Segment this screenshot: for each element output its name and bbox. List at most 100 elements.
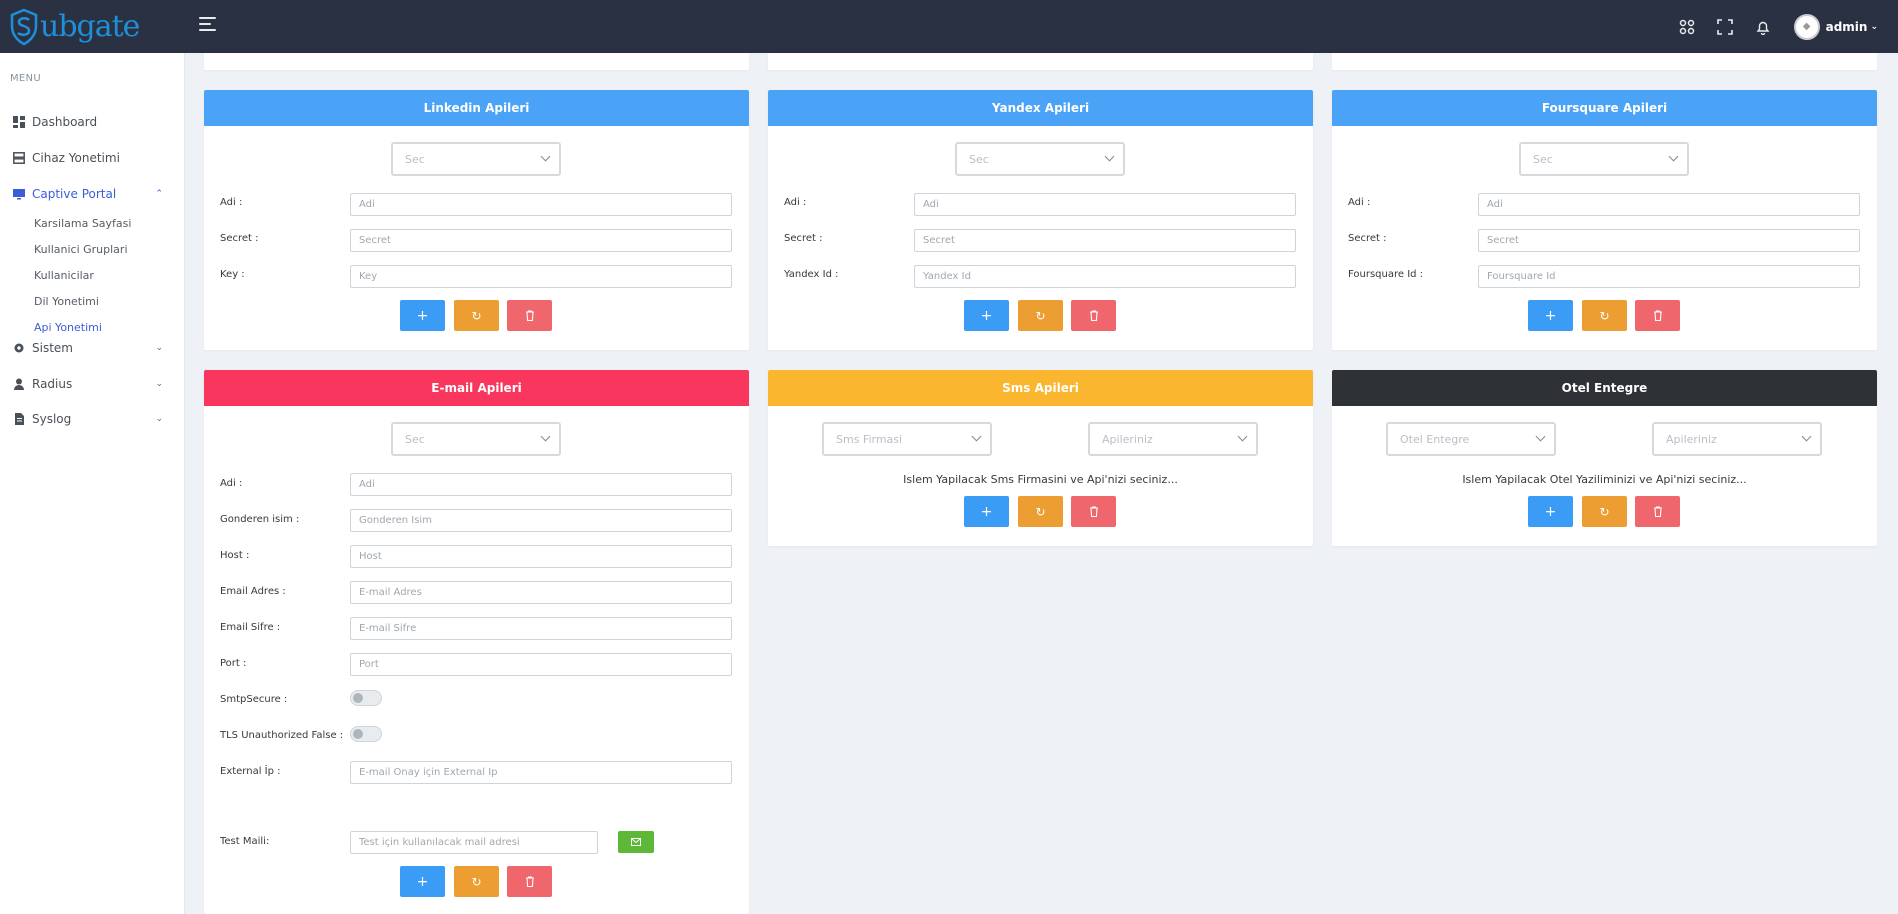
secret-input[interactable] bbox=[350, 229, 732, 252]
secret-input[interactable] bbox=[914, 229, 1296, 252]
delete-button[interactable] bbox=[1071, 496, 1116, 527]
port-input[interactable] bbox=[350, 653, 732, 676]
linkedin-api-card: Linkedin Apileri Sec Adi : Secret : Key … bbox=[204, 90, 749, 350]
refresh-icon: ↻ bbox=[1035, 308, 1046, 323]
test-mail-label: Test Maili: bbox=[220, 836, 270, 847]
sms-api-card: Sms Apileri Sms Firmasi Apileriniz Islem… bbox=[768, 370, 1313, 546]
sms-api-select[interactable]: Apileriniz bbox=[1088, 422, 1258, 456]
select-value: Sec bbox=[405, 432, 425, 446]
card-title: Linkedin Apileri bbox=[204, 90, 749, 126]
chevron-down-icon bbox=[1237, 431, 1248, 442]
user-icon bbox=[13, 378, 25, 390]
field-label: Gonderen isim : bbox=[220, 514, 300, 525]
yandex-id-input[interactable] bbox=[914, 265, 1296, 288]
tls-toggle[interactable] bbox=[350, 726, 382, 742]
external-ip-input[interactable] bbox=[350, 761, 732, 784]
sidebar-item-label: Radius bbox=[32, 377, 73, 391]
delete-button[interactable] bbox=[1071, 300, 1116, 331]
sidebar-subitem-dil-yonetimi[interactable]: Dil Yonetimi bbox=[34, 291, 99, 311]
otel-select[interactable]: Otel Entegre bbox=[1386, 422, 1556, 456]
sms-provider-select[interactable]: Sms Firmasi bbox=[822, 422, 992, 456]
sidebar-subitem-kullanicilar[interactable]: Kullanicilar bbox=[34, 265, 94, 285]
secret-input[interactable] bbox=[1478, 229, 1860, 252]
apps-grid-icon[interactable] bbox=[1676, 16, 1698, 38]
sidebar-item-label: Cihaz Yonetimi bbox=[32, 151, 120, 165]
refresh-button[interactable]: ↻ bbox=[1582, 300, 1627, 331]
add-button[interactable]: + bbox=[400, 300, 445, 331]
field-label: Host : bbox=[220, 550, 250, 561]
add-button[interactable]: + bbox=[400, 866, 445, 897]
refresh-button[interactable]: ↻ bbox=[454, 300, 499, 331]
host-input[interactable] bbox=[350, 545, 732, 568]
refresh-button[interactable]: ↻ bbox=[454, 866, 499, 897]
adi-input[interactable] bbox=[914, 193, 1296, 216]
sidebar-item-cihaz-yonetimi[interactable]: Cihaz Yonetimi bbox=[0, 146, 185, 170]
field-label: Foursquare Id : bbox=[1348, 269, 1424, 280]
menu-toggle-icon[interactable] bbox=[199, 17, 216, 31]
chevron-down-icon bbox=[1801, 431, 1812, 442]
card-title: Otel Entegre bbox=[1332, 370, 1877, 406]
sidebar-subitem-kullanici-gruplari[interactable]: Kullanici Gruplari bbox=[34, 239, 128, 259]
test-mail-input[interactable] bbox=[350, 831, 598, 854]
email-api-card: E-mail Apileri Sec Adi : Gonderen isim :… bbox=[204, 370, 749, 914]
card-partial bbox=[768, 53, 1313, 70]
api-select[interactable]: Sec bbox=[391, 422, 561, 456]
trash-icon bbox=[525, 876, 534, 887]
foursquare-id-input[interactable] bbox=[1478, 265, 1860, 288]
external-ip-label: External İp : bbox=[220, 766, 281, 777]
info-text: Islem Yapilacak Otel Yaziliminizi ve Api… bbox=[1462, 473, 1747, 486]
otel-entegre-card: Otel Entegre Otel Entegre Apileriniz Isl… bbox=[1332, 370, 1877, 546]
sidebar-item-radius[interactable]: Radius ⌄ bbox=[0, 372, 185, 396]
smtp-secure-toggle[interactable] bbox=[350, 690, 382, 706]
sidebar-subitem-api-yonetimi[interactable]: Api Yonetimi bbox=[34, 317, 102, 337]
chevron-down-icon: ⌄ bbox=[155, 343, 163, 353]
delete-button[interactable] bbox=[1635, 300, 1680, 331]
field-label: Secret : bbox=[220, 233, 259, 244]
add-button[interactable]: + bbox=[964, 496, 1009, 527]
select-value: Sec bbox=[1533, 152, 1553, 166]
menu-title: MENU bbox=[10, 73, 41, 84]
add-button[interactable]: + bbox=[964, 300, 1009, 331]
delete-button[interactable] bbox=[1635, 496, 1680, 527]
field-label: Secret : bbox=[784, 233, 823, 244]
email-password-input[interactable] bbox=[350, 617, 732, 640]
api-select[interactable]: Sec bbox=[1519, 142, 1689, 176]
adi-input[interactable] bbox=[350, 193, 732, 216]
adi-input[interactable] bbox=[1478, 193, 1860, 216]
user-menu[interactable]: ◆ admin ⌄ bbox=[1793, 13, 1878, 40]
sidebar-subitem-karsilama[interactable]: Karsilama Sayfasi bbox=[34, 213, 131, 233]
brand-logo[interactable]: ubgate bbox=[0, 0, 185, 53]
sidebar-item-dashboard[interactable]: Dashboard bbox=[0, 110, 185, 134]
field-label: Adi : bbox=[220, 197, 243, 208]
refresh-button[interactable]: ↻ bbox=[1018, 496, 1063, 527]
chevron-down-icon: ⌄ bbox=[155, 379, 163, 389]
card-partial bbox=[204, 53, 749, 70]
sidebar-item-sistem[interactable]: Sistem ⌄ bbox=[0, 336, 185, 360]
key-input[interactable] bbox=[350, 265, 732, 288]
refresh-button[interactable]: ↻ bbox=[1018, 300, 1063, 331]
field-label: Yandex Id : bbox=[784, 269, 839, 280]
adi-input[interactable] bbox=[350, 473, 732, 496]
email-address-input[interactable] bbox=[350, 581, 732, 604]
sender-name-input[interactable] bbox=[350, 509, 732, 532]
send-test-mail-button[interactable] bbox=[618, 831, 654, 853]
brand-name: ubgate bbox=[40, 9, 140, 44]
refresh-button[interactable]: ↻ bbox=[1582, 496, 1627, 527]
delete-button[interactable] bbox=[507, 300, 552, 331]
field-label: Port : bbox=[220, 658, 247, 669]
sidebar-item-syslog[interactable]: Syslog ⌄ bbox=[0, 407, 185, 431]
api-select[interactable]: Sec bbox=[391, 142, 561, 176]
add-button[interactable]: + bbox=[1528, 300, 1573, 331]
sidebar-item-captive-portal[interactable]: Captive Portal ⌃ bbox=[0, 182, 185, 206]
notification-bell-icon[interactable] bbox=[1752, 16, 1774, 38]
select-value: Apileriniz bbox=[1666, 432, 1717, 446]
otel-api-select[interactable]: Apileriniz bbox=[1652, 422, 1822, 456]
chevron-down-icon bbox=[1535, 431, 1546, 442]
field-label: Adi : bbox=[784, 197, 807, 208]
delete-button[interactable] bbox=[507, 866, 552, 897]
fullscreen-icon[interactable] bbox=[1714, 16, 1736, 38]
field-label: Adi : bbox=[220, 478, 243, 489]
api-select[interactable]: Sec bbox=[955, 142, 1125, 176]
add-button[interactable]: + bbox=[1528, 496, 1573, 527]
refresh-icon: ↻ bbox=[1035, 504, 1046, 519]
